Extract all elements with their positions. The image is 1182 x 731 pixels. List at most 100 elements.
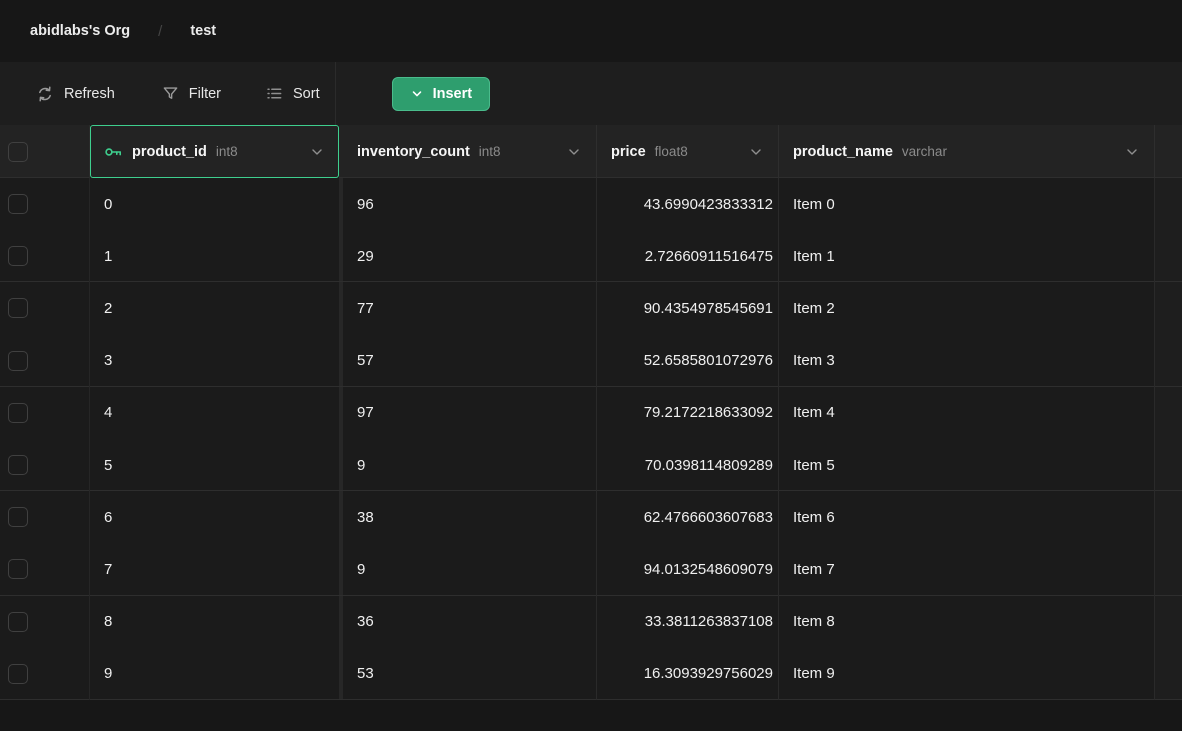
cell-product-name[interactable]: Item 8 [779, 596, 1155, 648]
row-select-cell [0, 596, 90, 648]
cell-product-name[interactable]: Item 4 [779, 387, 1155, 439]
cell-inventory-count[interactable]: 53 [343, 648, 597, 700]
sort-icon [266, 85, 283, 102]
chevron-down-icon [410, 87, 424, 101]
insert-button[interactable]: Insert [392, 77, 491, 111]
table-editor-page: abidlabs's Org / test Refresh Filter [0, 0, 1182, 731]
chevron-down-icon[interactable] [1124, 144, 1140, 160]
cell-product-name[interactable]: Item 7 [779, 543, 1155, 595]
chevron-down-icon[interactable] [748, 144, 764, 160]
cell-inventory-count[interactable]: 77 [343, 282, 597, 334]
breadcrumb-separator: / [158, 23, 162, 40]
row-checkbox[interactable] [8, 664, 28, 684]
cell-product-name[interactable]: Item 0 [779, 178, 1155, 230]
row-filler [1155, 648, 1182, 700]
row-filler [1155, 543, 1182, 595]
column-header-inventory-count[interactable]: inventory_count int8 [343, 125, 597, 178]
row-filler [1155, 335, 1182, 387]
chevron-down-icon[interactable] [309, 144, 325, 160]
select-all-checkbox[interactable] [8, 142, 28, 162]
footer-bar [0, 700, 1182, 731]
cell-price[interactable]: 43.6990423833312 [597, 178, 779, 230]
cell-product-name[interactable]: Item 3 [779, 335, 1155, 387]
cell-price[interactable]: 90.4354978545691 [597, 282, 779, 334]
table-row: 4 97 79.2172218633092 Item 4 [0, 387, 1182, 439]
breadcrumb-table[interactable]: test [190, 23, 216, 39]
cell-product-name[interactable]: Item 2 [779, 282, 1155, 334]
column-type: float8 [655, 144, 688, 159]
row-checkbox[interactable] [8, 507, 28, 527]
row-filler [1155, 439, 1182, 491]
refresh-label: Refresh [64, 86, 115, 102]
cell-inventory-count[interactable]: 36 [343, 596, 597, 648]
breadcrumb-org[interactable]: abidlabs's Org [30, 23, 130, 39]
cell-product-name[interactable]: Item 6 [779, 491, 1155, 543]
cell-price[interactable]: 62.4766603607683 [597, 491, 779, 543]
row-filler [1155, 178, 1182, 230]
cell-inventory-count[interactable]: 38 [343, 491, 597, 543]
row-select-cell [0, 648, 90, 700]
row-select-cell [0, 282, 90, 334]
toolbar-divider [335, 62, 336, 125]
cell-inventory-count[interactable]: 57 [343, 335, 597, 387]
row-checkbox[interactable] [8, 455, 28, 475]
cell-price[interactable]: 2.72660911516475 [597, 230, 779, 282]
cell-product-id[interactable]: 0 [90, 178, 339, 230]
row-checkbox[interactable] [8, 194, 28, 214]
row-checkbox[interactable] [8, 559, 28, 579]
cell-product-id[interactable]: 4 [90, 387, 339, 439]
filter-button[interactable]: Filter [162, 85, 221, 102]
cell-price[interactable]: 33.3811263837108 [597, 596, 779, 648]
column-header-product-name[interactable]: product_name varchar [779, 125, 1155, 178]
cell-inventory-count[interactable]: 9 [343, 439, 597, 491]
cell-product-name[interactable]: Item 9 [779, 648, 1155, 700]
cell-price[interactable]: 52.6585801072976 [597, 335, 779, 387]
column-header-product-id[interactable]: product_id int8 [90, 125, 339, 178]
row-filler [1155, 491, 1182, 543]
cell-product-id[interactable]: 6 [90, 491, 339, 543]
cell-price[interactable]: 70.0398114809289 [597, 439, 779, 491]
row-checkbox[interactable] [8, 403, 28, 423]
cell-product-id[interactable]: 7 [90, 543, 339, 595]
table-row: 1 29 2.72660911516475 Item 1 [0, 230, 1182, 282]
row-checkbox[interactable] [8, 298, 28, 318]
cell-inventory-count[interactable]: 96 [343, 178, 597, 230]
row-checkbox[interactable] [8, 246, 28, 266]
row-checkbox[interactable] [8, 612, 28, 632]
column-name: inventory_count [357, 144, 470, 160]
cell-inventory-count[interactable]: 29 [343, 230, 597, 282]
cell-price[interactable]: 79.2172218633092 [597, 387, 779, 439]
sort-label: Sort [293, 86, 320, 102]
table-row: 9 53 16.3093929756029 Item 9 [0, 648, 1182, 700]
cell-product-name[interactable]: Item 5 [779, 439, 1155, 491]
row-select-cell [0, 387, 90, 439]
row-filler [1155, 282, 1182, 334]
table-row: 6 38 62.4766603607683 Item 6 [0, 491, 1182, 543]
cell-price[interactable]: 16.3093929756029 [597, 648, 779, 700]
table-row: 3 57 52.6585801072976 Item 3 [0, 335, 1182, 387]
select-all-cell [0, 125, 90, 178]
chevron-down-icon[interactable] [566, 144, 582, 160]
sort-button[interactable]: Sort [266, 85, 320, 102]
cell-product-name[interactable]: Item 1 [779, 230, 1155, 282]
cell-product-id[interactable]: 1 [90, 230, 339, 282]
cell-product-id[interactable]: 2 [90, 282, 339, 334]
row-select-cell [0, 178, 90, 230]
cell-product-id[interactable]: 9 [90, 648, 339, 700]
cell-product-id[interactable]: 8 [90, 596, 339, 648]
table-row: 0 96 43.6990423833312 Item 0 [0, 178, 1182, 230]
cell-product-id[interactable]: 3 [90, 335, 339, 387]
row-checkbox[interactable] [8, 351, 28, 371]
column-name: product_id [132, 144, 207, 160]
filter-label: Filter [189, 86, 221, 102]
table-row: 8 36 33.3811263837108 Item 8 [0, 596, 1182, 648]
toolbar: Refresh Filter Sort Insert [0, 62, 1182, 125]
column-header-price[interactable]: price float8 [597, 125, 779, 178]
cell-product-id[interactable]: 5 [90, 439, 339, 491]
column-name: product_name [793, 144, 893, 160]
cell-inventory-count[interactable]: 9 [343, 543, 597, 595]
cell-inventory-count[interactable]: 97 [343, 387, 597, 439]
refresh-button[interactable]: Refresh [36, 85, 115, 103]
row-filler [1155, 387, 1182, 439]
cell-price[interactable]: 94.0132548609079 [597, 543, 779, 595]
